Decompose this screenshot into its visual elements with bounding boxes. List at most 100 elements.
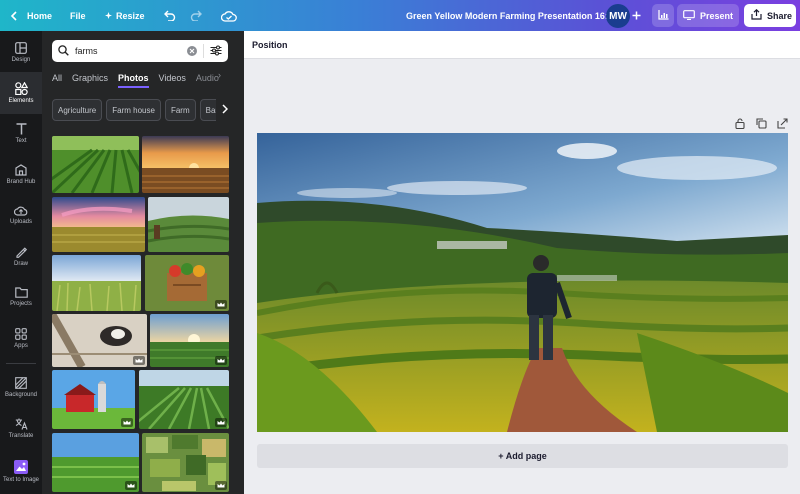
add-page-button[interactable]: + Add page bbox=[257, 444, 788, 468]
translate-icon bbox=[15, 418, 28, 430]
rail-item-background[interactable]: Background bbox=[0, 368, 42, 406]
photo-result-wheat-field[interactable] bbox=[52, 255, 141, 311]
background-icon bbox=[15, 376, 27, 389]
rail-item-brand-hub[interactable]: Brand Hub bbox=[0, 155, 42, 193]
cloud-save-status[interactable] bbox=[221, 0, 237, 31]
rail-item-label: Elements bbox=[8, 98, 34, 104]
rail-item-text-to-image[interactable]: Text to Image bbox=[0, 450, 42, 492]
projects-icon bbox=[14, 287, 28, 298]
search-divider bbox=[203, 44, 204, 58]
text-icon bbox=[16, 122, 27, 135]
position-button[interactable]: Position bbox=[252, 40, 288, 50]
search-box[interactable]: farms bbox=[52, 40, 228, 62]
file-label: File bbox=[70, 10, 86, 21]
document-title[interactable]: Green Yellow Modern Farming Presentation… bbox=[406, 0, 613, 31]
rail-item-label: Projects bbox=[10, 301, 32, 307]
rail-item-label: Translate bbox=[8, 432, 34, 439]
photo-result-open-farmland[interactable] bbox=[52, 433, 139, 492]
add-collaborator-button[interactable] bbox=[632, 0, 641, 31]
cloud-check-icon bbox=[221, 10, 237, 22]
chips-next-button[interactable] bbox=[216, 99, 234, 121]
rail-item-apps[interactable]: Apps bbox=[0, 319, 42, 357]
chip-agriculture[interactable]: Agriculture bbox=[52, 99, 103, 121]
file-menu-button[interactable]: File bbox=[70, 0, 86, 31]
photo-result-sunset-field[interactable] bbox=[142, 136, 229, 193]
tab-all[interactable]: All bbox=[52, 73, 62, 83]
photo-result-aerial-fields[interactable] bbox=[142, 433, 229, 492]
premium-crown-icon bbox=[215, 481, 227, 490]
photo-result-cattle-barn[interactable] bbox=[52, 314, 147, 367]
rail-item-text[interactable]: Text bbox=[0, 114, 42, 152]
redo-icon bbox=[190, 10, 203, 21]
tab-photos[interactable]: Photos bbox=[118, 73, 149, 88]
photo-result-red-barn[interactable] bbox=[52, 370, 135, 429]
rail-item-label: Design bbox=[11, 56, 31, 63]
add-page-icon[interactable] bbox=[776, 117, 788, 129]
bar-chart-icon bbox=[657, 9, 669, 22]
premium-crown-icon bbox=[121, 418, 133, 427]
resize-button[interactable]: Resize bbox=[105, 0, 145, 31]
rail-item-design[interactable]: Design bbox=[0, 33, 42, 71]
undo-button[interactable] bbox=[163, 0, 176, 31]
rail-item-translate[interactable]: Translate bbox=[0, 409, 42, 447]
premium-crown-icon bbox=[215, 356, 227, 365]
lock-icon[interactable] bbox=[734, 117, 746, 129]
chevron-left-icon bbox=[10, 10, 19, 21]
page-tools bbox=[734, 117, 788, 129]
avatar[interactable]: MW bbox=[606, 4, 630, 28]
apps-icon bbox=[15, 327, 27, 340]
rail-item-label: Draw bbox=[13, 260, 28, 267]
slide-canvas[interactable] bbox=[257, 133, 788, 432]
search-input[interactable]: farms bbox=[75, 46, 181, 56]
share-button[interactable]: Share bbox=[744, 4, 796, 27]
category-tabs: All Graphics Photos Videos Audio bbox=[52, 68, 219, 88]
chip-farm-house[interactable]: Farm house bbox=[106, 99, 161, 121]
premium-crown-icon bbox=[133, 356, 145, 365]
elements-icon bbox=[14, 82, 28, 95]
rail-divider bbox=[6, 363, 36, 364]
tabs-scroll-right-icon[interactable]: › bbox=[218, 70, 221, 80]
filter-sliders-icon[interactable] bbox=[210, 45, 222, 58]
rail-item-label: Uploads bbox=[9, 219, 32, 225]
tab-videos[interactable]: Videos bbox=[159, 73, 186, 83]
resize-label: Resize bbox=[116, 10, 145, 21]
rail-item-draw[interactable]: Draw bbox=[0, 237, 42, 275]
premium-crown-icon bbox=[215, 300, 227, 309]
present-icon bbox=[683, 9, 695, 22]
rail-item-uploads[interactable]: Uploads bbox=[0, 196, 42, 234]
photo-result-sunrise-field[interactable] bbox=[150, 314, 229, 367]
photo-result-green-rows[interactable] bbox=[139, 370, 229, 429]
chevron-right-icon bbox=[222, 101, 229, 119]
photo-result-hillside-farm[interactable] bbox=[148, 197, 229, 252]
document-title-text: Green Yellow Modern Farming Presentation… bbox=[406, 10, 613, 21]
rail-item-projects[interactable]: Projects bbox=[0, 278, 42, 316]
rail-item-elements[interactable]: Elements bbox=[0, 72, 42, 114]
text-to-image-icon bbox=[14, 459, 28, 474]
duplicate-page-icon[interactable] bbox=[755, 117, 767, 129]
redo-button[interactable] bbox=[190, 0, 203, 31]
present-button[interactable]: Present bbox=[677, 4, 739, 27]
uploads-icon bbox=[14, 205, 28, 216]
photo-result-pink-sky-field[interactable] bbox=[52, 197, 145, 252]
sparkle-icon bbox=[105, 12, 112, 19]
photo-result-crop-rows[interactable] bbox=[52, 136, 139, 193]
tab-audio[interactable]: Audio bbox=[196, 73, 219, 83]
chip-farm[interactable]: Farm bbox=[164, 99, 196, 121]
rail-item-label: Apps bbox=[14, 342, 28, 349]
brand-hub-icon bbox=[15, 163, 27, 176]
plus-icon bbox=[632, 11, 641, 20]
premium-crown-icon bbox=[215, 418, 227, 427]
top-bar: Home File Resize Green Yellow Modern Far… bbox=[0, 0, 800, 31]
clear-search-icon[interactable] bbox=[187, 46, 197, 56]
share-label: Share bbox=[767, 10, 793, 21]
rail-item-label: Text to Image bbox=[2, 476, 40, 483]
rail-item-label: Brand Hub bbox=[6, 178, 36, 185]
insights-button[interactable] bbox=[652, 4, 674, 27]
home-button[interactable]: Home bbox=[10, 0, 52, 31]
premium-crown-icon bbox=[125, 481, 137, 490]
photo-result-vegetable-crate[interactable] bbox=[145, 255, 229, 311]
suggestion-chips: Agriculture Farm house Farm Barn bbox=[38, 99, 228, 123]
tab-graphics[interactable]: Graphics bbox=[72, 73, 108, 83]
share-icon bbox=[751, 8, 762, 22]
home-label: Home bbox=[27, 10, 53, 21]
